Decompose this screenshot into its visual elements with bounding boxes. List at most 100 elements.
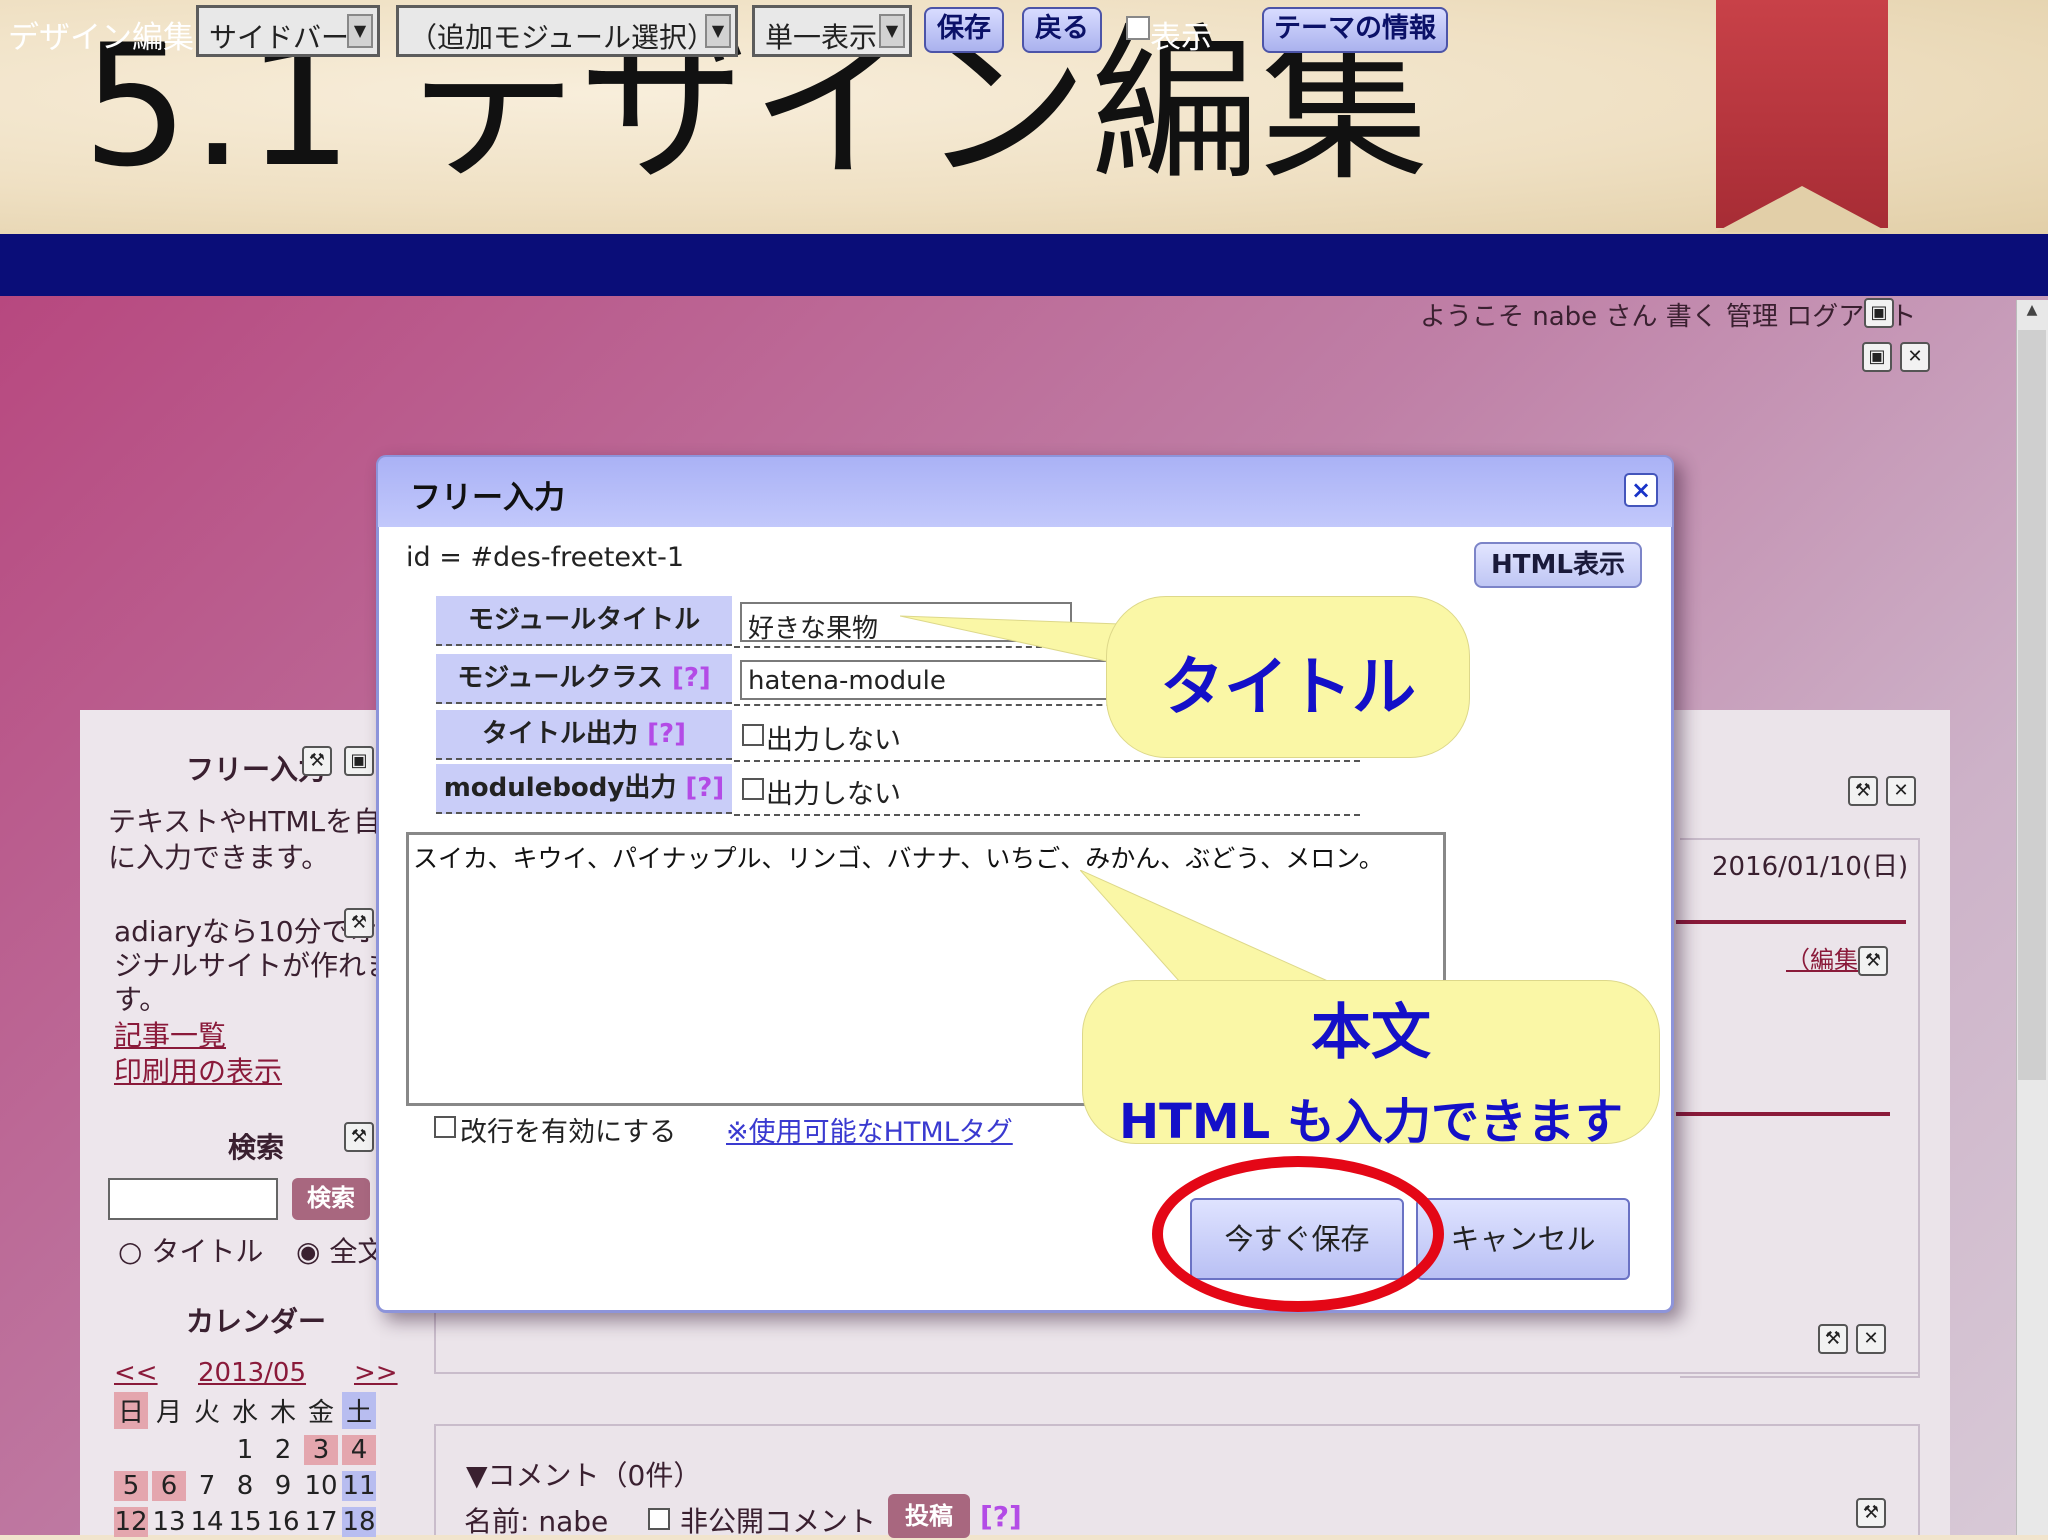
- view-select[interactable]: 単一表示 ▼: [752, 5, 912, 57]
- wrench-icon[interactable]: ⚒: [1856, 1498, 1886, 1528]
- module-select[interactable]: （追加モジュール選択） ▼: [396, 5, 738, 57]
- wrench-icon[interactable]: ⚒: [1858, 946, 1888, 976]
- close-icon[interactable]: ✕: [1886, 776, 1916, 806]
- welcome-text[interactable]: ようこそ nabe さん 書く 管理 ログアウト: [1420, 296, 1916, 333]
- calendar-weekdays: 日 月 火 水 木 金 土: [114, 1392, 402, 1429]
- calendar-row: 12 13 14 15 16 17 18: [114, 1507, 402, 1537]
- help-link[interactable]: [?]: [647, 719, 686, 749]
- image-icon[interactable]: ▣: [1862, 342, 1892, 372]
- adiary-text-line: す。: [114, 983, 168, 1016]
- html-tags-link[interactable]: ※使用可能なHTMLタグ: [726, 1110, 1013, 1149]
- wrench-icon[interactable]: ⚒: [1848, 776, 1878, 806]
- theme-info-button[interactable]: テーマの情報: [1262, 7, 1448, 53]
- article-box: [1680, 838, 1920, 1378]
- row-divider: [734, 760, 1360, 762]
- close-icon[interactable]: ✕: [1856, 1324, 1886, 1354]
- scroll-up-arrow-icon[interactable]: ▲: [2018, 302, 2046, 326]
- wrench-icon[interactable]: ⚒: [1818, 1324, 1848, 1354]
- day-cell[interactable]: 15: [228, 1507, 262, 1537]
- print-view-link[interactable]: 印刷用の表示: [114, 1050, 282, 1090]
- wrench-icon[interactable]: ⚒: [344, 1122, 374, 1152]
- comment-help[interactable]: [?]: [980, 1500, 1022, 1533]
- save-button[interactable]: 保存: [924, 7, 1004, 53]
- calendar-month-link[interactable]: 2013/05: [198, 1358, 306, 1388]
- day-cell[interactable]: 10: [304, 1471, 338, 1501]
- private-comment-checkbox[interactable]: [648, 1508, 670, 1530]
- toolbar-label: デザイン編集: [8, 20, 194, 56]
- day-cell[interactable]: 5: [114, 1471, 148, 1501]
- module-title-label: モジュールタイトル: [436, 596, 732, 646]
- calendar-heading: カレンダー: [186, 1305, 327, 1338]
- divider: [1676, 920, 1906, 924]
- day-cell[interactable]: 3: [304, 1435, 338, 1465]
- day-cell[interactable]: 4: [342, 1435, 376, 1465]
- day-cell[interactable]: 7: [190, 1471, 224, 1501]
- day-cell[interactable]: 2: [266, 1435, 300, 1465]
- weekday-cell: 火: [193, 1398, 220, 1428]
- dropdown-arrow-icon: ▼: [705, 14, 731, 48]
- show-checkbox[interactable]: [1126, 16, 1150, 40]
- freetext-body-line: テキストやHTMLを自由: [108, 805, 410, 838]
- html-view-button[interactable]: HTML表示: [1474, 542, 1642, 588]
- search-input[interactable]: [108, 1178, 278, 1220]
- dialog-header[interactable]: [378, 457, 1672, 527]
- linebreak-checkbox[interactable]: [434, 1116, 456, 1138]
- modulebody-output-label: modulebody出力 [?]: [436, 764, 732, 814]
- weekday-cell: 木: [269, 1398, 296, 1428]
- wrench-icon[interactable]: ⚒: [302, 746, 332, 776]
- cancel-button[interactable]: キャンセル: [1416, 1198, 1630, 1280]
- day-cell[interactable]: 13: [152, 1507, 186, 1537]
- search-heading: 検索: [228, 1131, 285, 1164]
- help-link[interactable]: [?]: [672, 663, 711, 693]
- module-select-value: （追加モジュール選択）: [409, 21, 716, 54]
- image-icon[interactable]: ▣: [344, 746, 374, 776]
- title-callout-text: タイトル: [1160, 651, 1416, 725]
- radio-title[interactable]: ○ タイトル: [118, 1230, 263, 1270]
- design-toolbar: [0, 234, 2048, 296]
- day-cell[interactable]: 6: [152, 1471, 186, 1501]
- body-no-output-checkbox[interactable]: [742, 778, 764, 800]
- weekday-cell: 水: [231, 1398, 258, 1428]
- freetext-body-line: に入力できます。: [108, 841, 330, 874]
- weekday-cell: 日: [114, 1392, 148, 1429]
- scrollbar-thumb[interactable]: [2018, 330, 2046, 1080]
- body-no-output-label: 出力しない: [766, 779, 901, 810]
- comment-heading[interactable]: ▼コメント（0件）: [466, 1454, 701, 1494]
- day-cell[interactable]: 12: [114, 1507, 148, 1537]
- title-no-output-label: 出力しない: [766, 725, 901, 756]
- sidebar-select-value: サイドバー: [209, 21, 350, 54]
- articles-link[interactable]: 記事一覧: [114, 1014, 226, 1054]
- close-icon[interactable]: ✕: [1900, 342, 1930, 372]
- weekday-cell: 金: [307, 1398, 334, 1428]
- post-comment-button[interactable]: 投稿: [888, 1494, 970, 1538]
- day-cell[interactable]: 18: [342, 1507, 376, 1537]
- radio-full[interactable]: ◉ 全文: [296, 1230, 385, 1270]
- day-cell[interactable]: 8: [228, 1471, 262, 1501]
- day-cell[interactable]: 1: [228, 1435, 262, 1465]
- day-cell[interactable]: 17: [304, 1507, 338, 1537]
- day-cell[interactable]: 9: [266, 1471, 300, 1501]
- linebreak-label: 改行を有効にする: [460, 1117, 677, 1148]
- calendar-next-link[interactable]: >>: [354, 1358, 398, 1388]
- day-cell[interactable]: 16: [266, 1507, 300, 1537]
- search-button[interactable]: 検索: [292, 1178, 370, 1220]
- sidebar-select[interactable]: サイドバー ▼: [196, 5, 380, 57]
- divider: [1676, 1112, 1890, 1116]
- calendar-row: 1 2 3 4: [114, 1435, 402, 1465]
- image-icon[interactable]: ▣: [1864, 298, 1894, 328]
- title-output-label: タイトル出力 [?]: [436, 710, 732, 760]
- body-callout-sub-text: HTML も入力できます: [1119, 1094, 1623, 1150]
- title-no-output-checkbox[interactable]: [742, 724, 764, 746]
- day-cell[interactable]: 14: [190, 1507, 224, 1537]
- module-id: id = #des-freetext-1: [406, 542, 685, 573]
- help-link[interactable]: [?]: [685, 773, 724, 803]
- comment-name: 名前: nabe: [464, 1505, 609, 1538]
- back-button[interactable]: 戻る: [1022, 7, 1102, 53]
- day-cell[interactable]: 11: [342, 1471, 376, 1501]
- wrench-icon[interactable]: ⚒: [344, 908, 374, 938]
- close-icon[interactable]: ×: [1624, 473, 1658, 507]
- calendar-prev-link[interactable]: <<: [114, 1358, 158, 1388]
- radio-title-label: タイトル: [151, 1235, 264, 1268]
- show-label: 表示: [1150, 20, 1212, 56]
- module-class-label: モジュールクラス [?]: [436, 654, 732, 704]
